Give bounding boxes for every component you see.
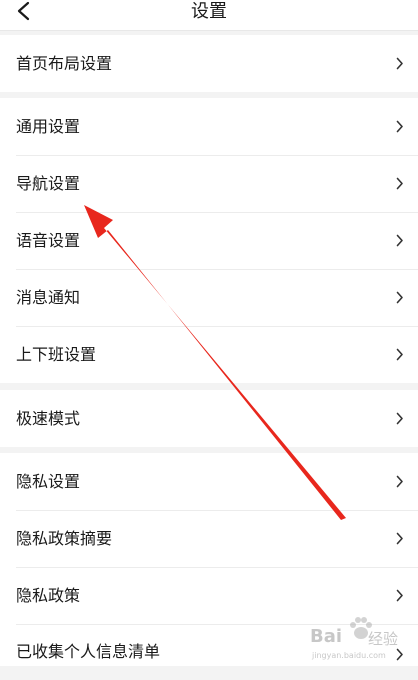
chevron-right-icon [396,234,403,247]
setting-row-navigation[interactable]: 导航设置 [0,155,418,212]
settings-group-general: 通用设置 导航设置 语音设置 消息通知 上下班设置 [0,98,418,383]
setting-label: 极速模式 [16,409,81,428]
setting-row-voice[interactable]: 语音设置 [0,212,418,269]
settings-group-speed: 极速模式 [0,390,418,447]
setting-label: 导航设置 [16,174,81,193]
setting-label: 语音设置 [16,231,81,250]
chevron-right-icon [396,475,403,488]
setting-label: 已收集个人信息清单 [16,642,161,661]
chevron-right-icon [396,412,403,425]
setting-label: 通用设置 [16,117,81,136]
chevron-right-icon [396,291,403,304]
chevron-right-icon [396,532,403,545]
setting-row-general[interactable]: 通用设置 [0,98,418,155]
setting-row-homepage-layout[interactable]: 首页布局设置 [0,35,418,92]
setting-label: 消息通知 [16,288,81,307]
setting-row-privacy-policy[interactable]: 隐私政策 [0,567,418,624]
setting-row-collected-info[interactable]: 已收集个人信息清单 [0,624,418,666]
setting-label: 隐私设置 [16,472,81,491]
chevron-right-icon [396,648,403,661]
setting-row-commute[interactable]: 上下班设置 [0,326,418,383]
app-header: 设置 [0,0,418,31]
chevron-right-icon [396,57,403,70]
setting-row-speed-mode[interactable]: 极速模式 [0,390,418,447]
setting-row-notifications[interactable]: 消息通知 [0,269,418,326]
setting-row-privacy-settings[interactable]: 隐私设置 [0,453,418,510]
chevron-right-icon [396,348,403,361]
chevron-right-icon [396,120,403,133]
setting-label: 首页布局设置 [16,54,113,73]
settings-group-privacy: 隐私设置 隐私政策摘要 隐私政策 已收集个人信息清单 [0,453,418,666]
settings-group-homepage: 首页布局设置 [0,35,418,92]
setting-label: 隐私政策摘要 [16,529,113,548]
chevron-right-icon [396,589,403,602]
chevron-right-icon [396,177,403,190]
page-title: 设置 [191,1,227,22]
setting-row-privacy-summary[interactable]: 隐私政策摘要 [0,510,418,567]
setting-label: 隐私政策 [16,586,81,605]
setting-label: 上下班设置 [16,345,97,364]
